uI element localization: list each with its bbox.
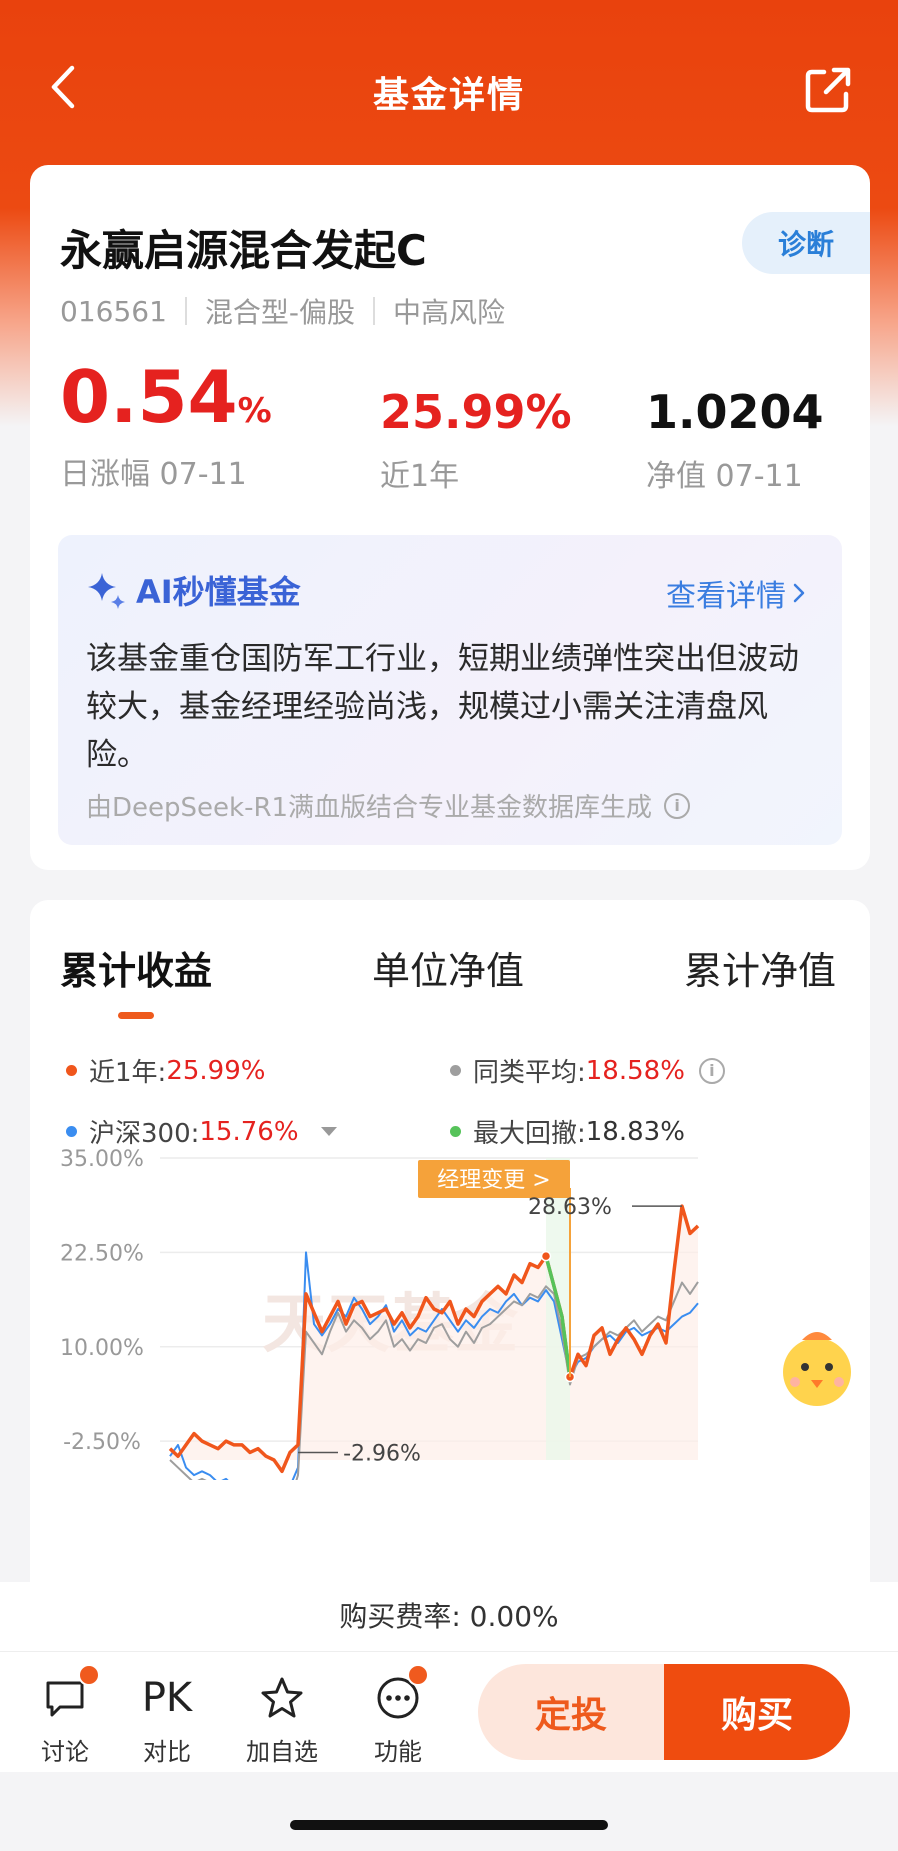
add-watchlist-button[interactable]: 加自选 [237,1670,327,1767]
ai-title: AI秒懂基金 [136,573,301,611]
discuss-button[interactable]: 讨论 [20,1664,110,1767]
day-change-label: 日涨幅 07-11 [60,457,247,492]
divider [184,297,187,325]
ai-footer-text: 由DeepSeek-R1满血版结合专业基金数据库生成 [86,793,653,823]
legend-value: 25.99% [166,1055,266,1086]
notification-badge [407,1664,429,1686]
watchlist-label: 加自选 [246,1738,318,1766]
nav-value: 1.0204 [646,385,824,439]
y-tick-label: -2.50% [63,1430,141,1455]
min-label: -2.96% [343,1441,421,1466]
functions-label: 功能 [374,1738,422,1766]
info-icon[interactable]: i [664,792,691,819]
tab-cumulative-return[interactable]: 累计收益 [60,940,212,995]
mascot-chick-icon[interactable] [783,1332,851,1406]
page-title: 基金详情 [372,75,525,116]
ai-header: AI秒懂基金 [86,567,301,613]
action-buttons: 定投 购买 [478,1664,850,1760]
ai-summary-text: 该基金重仓国防军工行业，短期业绩弹性突出但波动较大，基金经理经验尚浅，规模过小需… [86,641,799,773]
diagnose-button[interactable]: 诊断 [742,212,870,274]
fee-bar: 购买费率: 0.00% [0,1582,898,1652]
day-change-value: 0.54% [60,355,272,439]
info-icon[interactable]: i [698,1057,725,1084]
legend-dot [66,1065,77,1076]
share-icon [805,67,851,113]
nav-label: 净值 07-11 [646,459,803,494]
legend-dot [66,1126,77,1137]
y-tick-label: 35.00% [60,1147,144,1172]
fund-type: 混合型-偏股 [204,296,355,329]
tab-unit-nav[interactable]: 单位净值 [372,940,524,995]
fund-name: 永赢启源混合发起C [60,226,427,275]
legend-dot [450,1065,461,1076]
ai-details-label: 查看详情 [666,579,786,614]
notification-badge [78,1664,100,1686]
y-tick-label: 10.00% [60,1336,144,1361]
fund-code: 016561 [60,294,167,328]
year-return-label: 近1年 [380,459,460,494]
bottom-action-bar: 讨论 PK 对比 加自选 功能 定投 购买 [0,1652,898,1772]
legend-label: 同类平均: [473,1058,586,1088]
y-tick-label: 22.50% [60,1241,144,1266]
auto-invest-button[interactable]: 定投 [478,1664,664,1760]
year-return-stat: 25.99% 近1年 [380,389,572,495]
pk-icon: PK [141,1675,193,1721]
star-icon [261,1677,303,1718]
dropdown-caret-icon[interactable] [320,1127,337,1136]
legend-value: 18.58% [585,1055,685,1086]
fund-risk: 中高风险 [393,296,506,329]
tab-cumulative-nav[interactable]: 累计净值 [684,940,836,995]
day-change-stat: 0.54% 日涨幅 07-11 [60,361,272,493]
ai-details-link[interactable]: 查看详情 [666,571,812,615]
ai-footer: 由DeepSeek-R1满血版结合专业基金数据库生成 i [86,787,691,824]
legend-fund: 近1年: 25.99% [66,1052,265,1089]
fund-summary-card: 永赢启源混合发起C 诊断 016561 混合型-偏股 中高风险 0.54% 日涨… [30,165,870,870]
drawdown-start-point [540,1250,552,1262]
ai-summary-box[interactable]: AI秒懂基金 查看详情 该基金重仓国防军工行业，短期业绩弹性突出但波动较大，基金… [58,535,842,845]
manager-change-label: 经理变更 > [437,1168,550,1193]
chart-tabs: 累计收益 单位净值 累计净值 [30,940,870,1019]
nav-stat: 1.0204 净值 07-11 [646,389,824,495]
year-return-value: 25.99% [380,385,572,439]
active-tab-indicator [118,1012,154,1019]
performance-chart-card: 累计收益 单位净值 累计净值 近1年: 25.99% 同类平均: 18.58% … [30,900,870,1600]
discuss-label: 讨论 [41,1738,89,1766]
top-bar: 基金详情 [0,40,898,140]
compare-button[interactable]: PK 对比 [122,1670,212,1767]
share-button[interactable] [802,64,854,116]
home-area [0,1772,898,1851]
sparkle-icon [88,573,125,609]
legend-peer: 同类平均: 18.58% i [450,1052,725,1089]
chevron-right-icon [793,583,805,603]
return-chart[interactable]: 35.00%22.50%10.00%-2.50%天天基金经理变更 >28.63%… [30,1140,870,1480]
fund-meta: 016561 混合型-偏股 中高风险 [60,291,505,331]
home-indicator[interactable] [290,1820,608,1830]
compare-label: 对比 [143,1738,191,1766]
divider [373,297,375,325]
buy-button[interactable]: 购买 [664,1664,850,1760]
max-label: 28.63% [528,1195,612,1220]
legend-label: 近1年: [89,1058,167,1088]
functions-button[interactable]: 功能 [353,1664,443,1767]
legend-dot [450,1126,461,1137]
